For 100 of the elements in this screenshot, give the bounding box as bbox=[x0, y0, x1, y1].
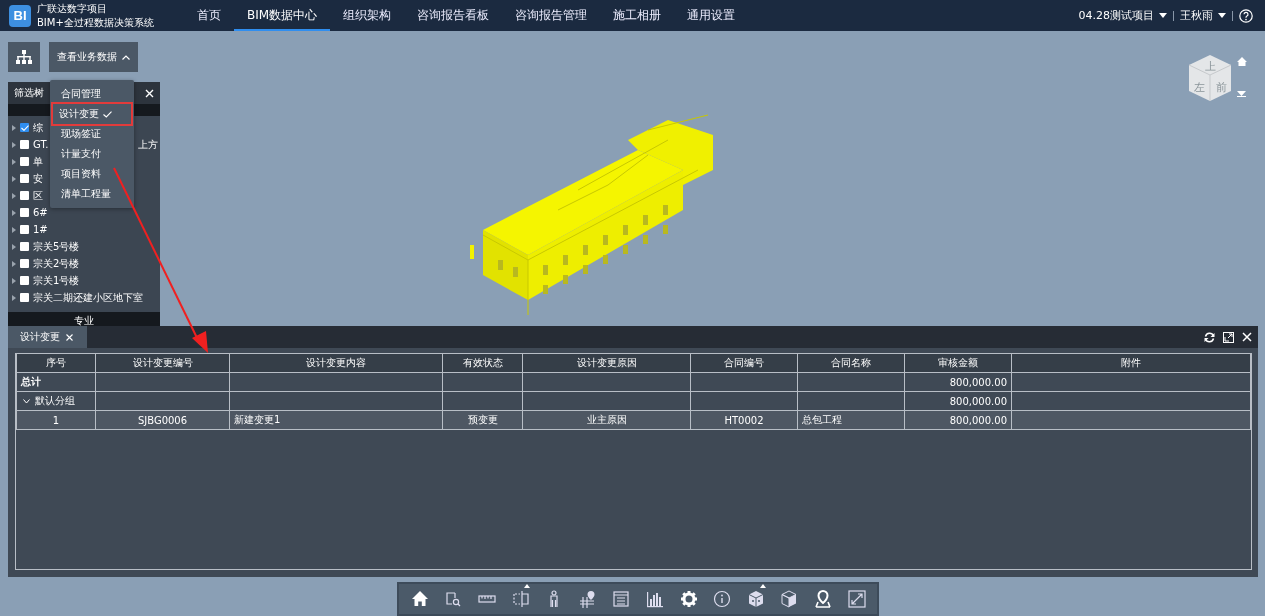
table-cell: 1 bbox=[52, 414, 60, 426]
table-cell: SJBG0006 bbox=[137, 414, 188, 426]
checkbox[interactable] bbox=[20, 225, 29, 234]
home-icon[interactable] bbox=[1237, 57, 1247, 66]
checkbox[interactable] bbox=[20, 191, 29, 200]
table-cell: 800,000.00 bbox=[949, 376, 1007, 388]
hierarchy-icon bbox=[16, 50, 32, 64]
checkbox[interactable] bbox=[20, 174, 29, 183]
column-header[interactable]: 附件 bbox=[1011, 353, 1251, 373]
structure-tree-button[interactable] bbox=[8, 42, 40, 72]
nav-tab[interactable]: BIM数据中心 bbox=[234, 0, 331, 31]
menu-item[interactable]: 项目资料 bbox=[53, 164, 131, 184]
nav-tab[interactable]: 施工相册 bbox=[600, 0, 675, 31]
expand-arrow-icon[interactable] bbox=[12, 294, 16, 301]
home-icon bbox=[410, 590, 429, 608]
checkbox[interactable] bbox=[20, 123, 29, 132]
expand-arrow-icon[interactable] bbox=[12, 226, 16, 233]
table-cell: 800,000.00 bbox=[949, 395, 1007, 407]
menu-item[interactable]: 清单工程量 bbox=[53, 184, 131, 204]
column-header[interactable]: 合同编号 bbox=[690, 353, 798, 373]
expand-arrow-icon[interactable] bbox=[12, 260, 16, 267]
bar-chart-icon bbox=[645, 590, 664, 608]
zoom-box-icon bbox=[444, 590, 463, 608]
nav-tab[interactable]: 咨询报告看板 bbox=[404, 0, 503, 31]
checkbox[interactable] bbox=[20, 276, 29, 285]
column-header[interactable]: 合同名称 bbox=[797, 353, 905, 373]
chevron-down-icon bbox=[23, 398, 30, 404]
list-icon bbox=[612, 590, 631, 608]
menu-item[interactable]: 合同管理 bbox=[53, 84, 131, 104]
menu-item[interactable]: 现场签证 bbox=[53, 124, 131, 144]
panel-title: 筛选树 bbox=[14, 86, 44, 100]
nav-tab[interactable]: 通用设置 bbox=[674, 0, 749, 31]
menu-item[interactable]: 计量支付 bbox=[53, 144, 131, 164]
nav-tab[interactable]: 咨询报告管理 bbox=[502, 0, 601, 31]
column-header[interactable]: 设计变更内容 bbox=[229, 353, 443, 373]
expand-arrow-icon[interactable] bbox=[12, 158, 16, 165]
expand-arrow-icon[interactable] bbox=[12, 243, 16, 250]
check-icon bbox=[103, 110, 112, 118]
tree-item-label[interactable]: 单 bbox=[33, 154, 43, 169]
submenu-marker-icon bbox=[759, 584, 766, 588]
tree-item-label[interactable]: 1# bbox=[33, 224, 48, 235]
app-subtitle: BIM+全过程数据决策系统 bbox=[37, 15, 154, 30]
info-icon bbox=[713, 590, 732, 608]
expand-arrow-icon[interactable] bbox=[12, 175, 16, 182]
close-icon[interactable] bbox=[145, 88, 154, 98]
expand-arrow-icon[interactable] bbox=[12, 124, 16, 131]
checkbox[interactable] bbox=[20, 259, 29, 268]
check-icon bbox=[20, 124, 29, 131]
table-cell: 新建变更1 bbox=[234, 414, 281, 425]
total-label: 总计 bbox=[21, 376, 41, 387]
tree-item-label[interactable]: 宗关2号楼 bbox=[33, 256, 80, 271]
submenu-marker-icon bbox=[524, 584, 531, 588]
expand-arrow-icon[interactable] bbox=[12, 192, 16, 199]
menu-item[interactable]: 设计变更 bbox=[53, 104, 131, 124]
table-cell: 总包工程 bbox=[802, 414, 842, 425]
caret-down-icon bbox=[1159, 13, 1167, 18]
checkbox[interactable] bbox=[20, 157, 29, 166]
panel-tab[interactable]: 设计变更 bbox=[8, 326, 87, 348]
user-menu[interactable]: 王秋雨 bbox=[1180, 8, 1226, 23]
column-header[interactable]: 设计变更原因 bbox=[522, 353, 691, 373]
checkbox[interactable] bbox=[20, 208, 29, 217]
checkbox[interactable] bbox=[20, 140, 29, 149]
tree-item-label[interactable]: 宗关5号楼 bbox=[33, 239, 80, 254]
box-icon bbox=[780, 590, 799, 608]
refresh-icon[interactable] bbox=[1204, 331, 1215, 343]
column-header[interactable]: 有效状态 bbox=[442, 353, 523, 373]
caret-down-icon bbox=[1218, 13, 1226, 18]
caret-down-icon[interactable] bbox=[1237, 91, 1246, 97]
tree-item-label[interactable]: 宗关二期还建小区地下室 bbox=[33, 290, 143, 305]
tree-item-label[interactable]: 安 bbox=[33, 171, 43, 186]
close-icon[interactable] bbox=[66, 333, 73, 341]
nav-tab[interactable]: 首页 bbox=[184, 0, 234, 31]
close-icon[interactable] bbox=[1242, 332, 1252, 342]
tree-item-label[interactable]: 宗关1号楼 bbox=[33, 273, 80, 288]
expand-arrow-icon[interactable] bbox=[12, 277, 16, 284]
column-header[interactable]: 设计变更编号 bbox=[95, 353, 230, 373]
app-title: 广联达数字项目 bbox=[37, 1, 108, 16]
table-cell: 预变更 bbox=[467, 414, 498, 425]
expand-arrow-icon[interactable] bbox=[12, 141, 16, 148]
location-pin-icon bbox=[813, 590, 832, 608]
tree-item-label[interactable]: 6# bbox=[33, 207, 48, 218]
help-icon[interactable] bbox=[1239, 8, 1253, 23]
column-header[interactable]: 审核金额 bbox=[904, 353, 1012, 373]
restore-icon[interactable] bbox=[1223, 331, 1234, 343]
expand-arrow-icon[interactable] bbox=[12, 209, 16, 216]
table-cell: HT0002 bbox=[724, 414, 764, 426]
checkbox[interactable] bbox=[20, 293, 29, 302]
tree-item-label[interactable]: GT. bbox=[33, 139, 49, 150]
nav-tab[interactable]: 组织架构 bbox=[330, 0, 405, 31]
checkbox[interactable] bbox=[20, 242, 29, 251]
tree-item-label[interactable]: 综 bbox=[33, 120, 43, 135]
tree-item-label[interactable]: 上方 bbox=[138, 137, 160, 152]
business-data-button[interactable]: 查看业务数据 bbox=[49, 42, 138, 72]
section-box-icon bbox=[511, 590, 530, 608]
grid-pin-icon bbox=[578, 590, 597, 608]
project-selector[interactable]: 04.28测试项目 bbox=[1078, 8, 1167, 23]
chevron-up-icon bbox=[122, 54, 130, 60]
column-header[interactable]: 序号 bbox=[16, 353, 96, 373]
table-cell: 800,000.00 bbox=[949, 414, 1007, 426]
tree-item-label[interactable]: 区 bbox=[33, 188, 43, 203]
